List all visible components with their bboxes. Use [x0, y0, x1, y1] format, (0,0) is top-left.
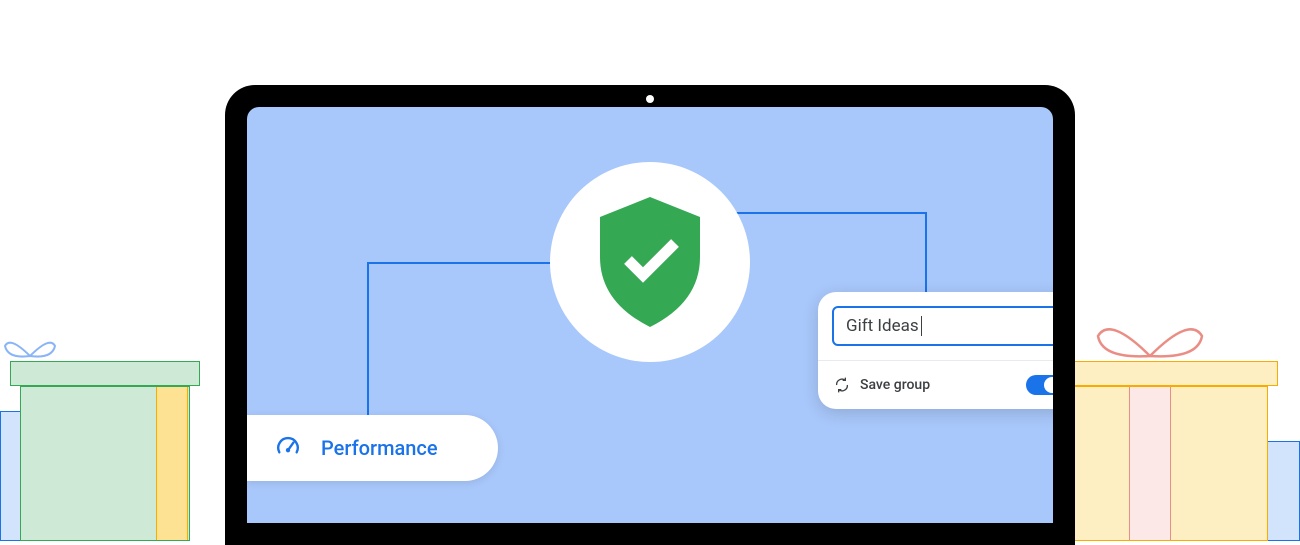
shield-check-icon — [590, 192, 710, 332]
tab-group-popup: Gift Ideas Save group — [818, 292, 1053, 409]
gift-box-decoration — [10, 361, 200, 386]
tab-group-name-input[interactable]: Gift Ideas — [832, 306, 1053, 346]
laptop-frame: Performance Gift Ideas Save group — [225, 85, 1075, 545]
save-group-row: Save group — [832, 375, 1053, 395]
save-group-label: Save group — [860, 377, 1016, 393]
ribbon-bow-decoration — [1090, 321, 1210, 361]
save-group-toggle[interactable] — [1026, 375, 1053, 395]
security-shield-badge — [550, 162, 750, 362]
connector-line — [367, 262, 572, 432]
speedometer-icon — [275, 435, 301, 461]
laptop-screen: Performance Gift Ideas Save group — [247, 107, 1053, 523]
divider — [818, 360, 1053, 361]
sync-icon — [834, 377, 850, 393]
ribbon-bow-decoration — [0, 331, 60, 361]
tab-group-name-value: Gift Ideas — [846, 316, 919, 336]
performance-label: Performance — [321, 436, 438, 460]
performance-button[interactable]: Performance — [247, 415, 498, 481]
camera-icon — [646, 95, 654, 103]
gift-box-decoration — [20, 386, 190, 541]
